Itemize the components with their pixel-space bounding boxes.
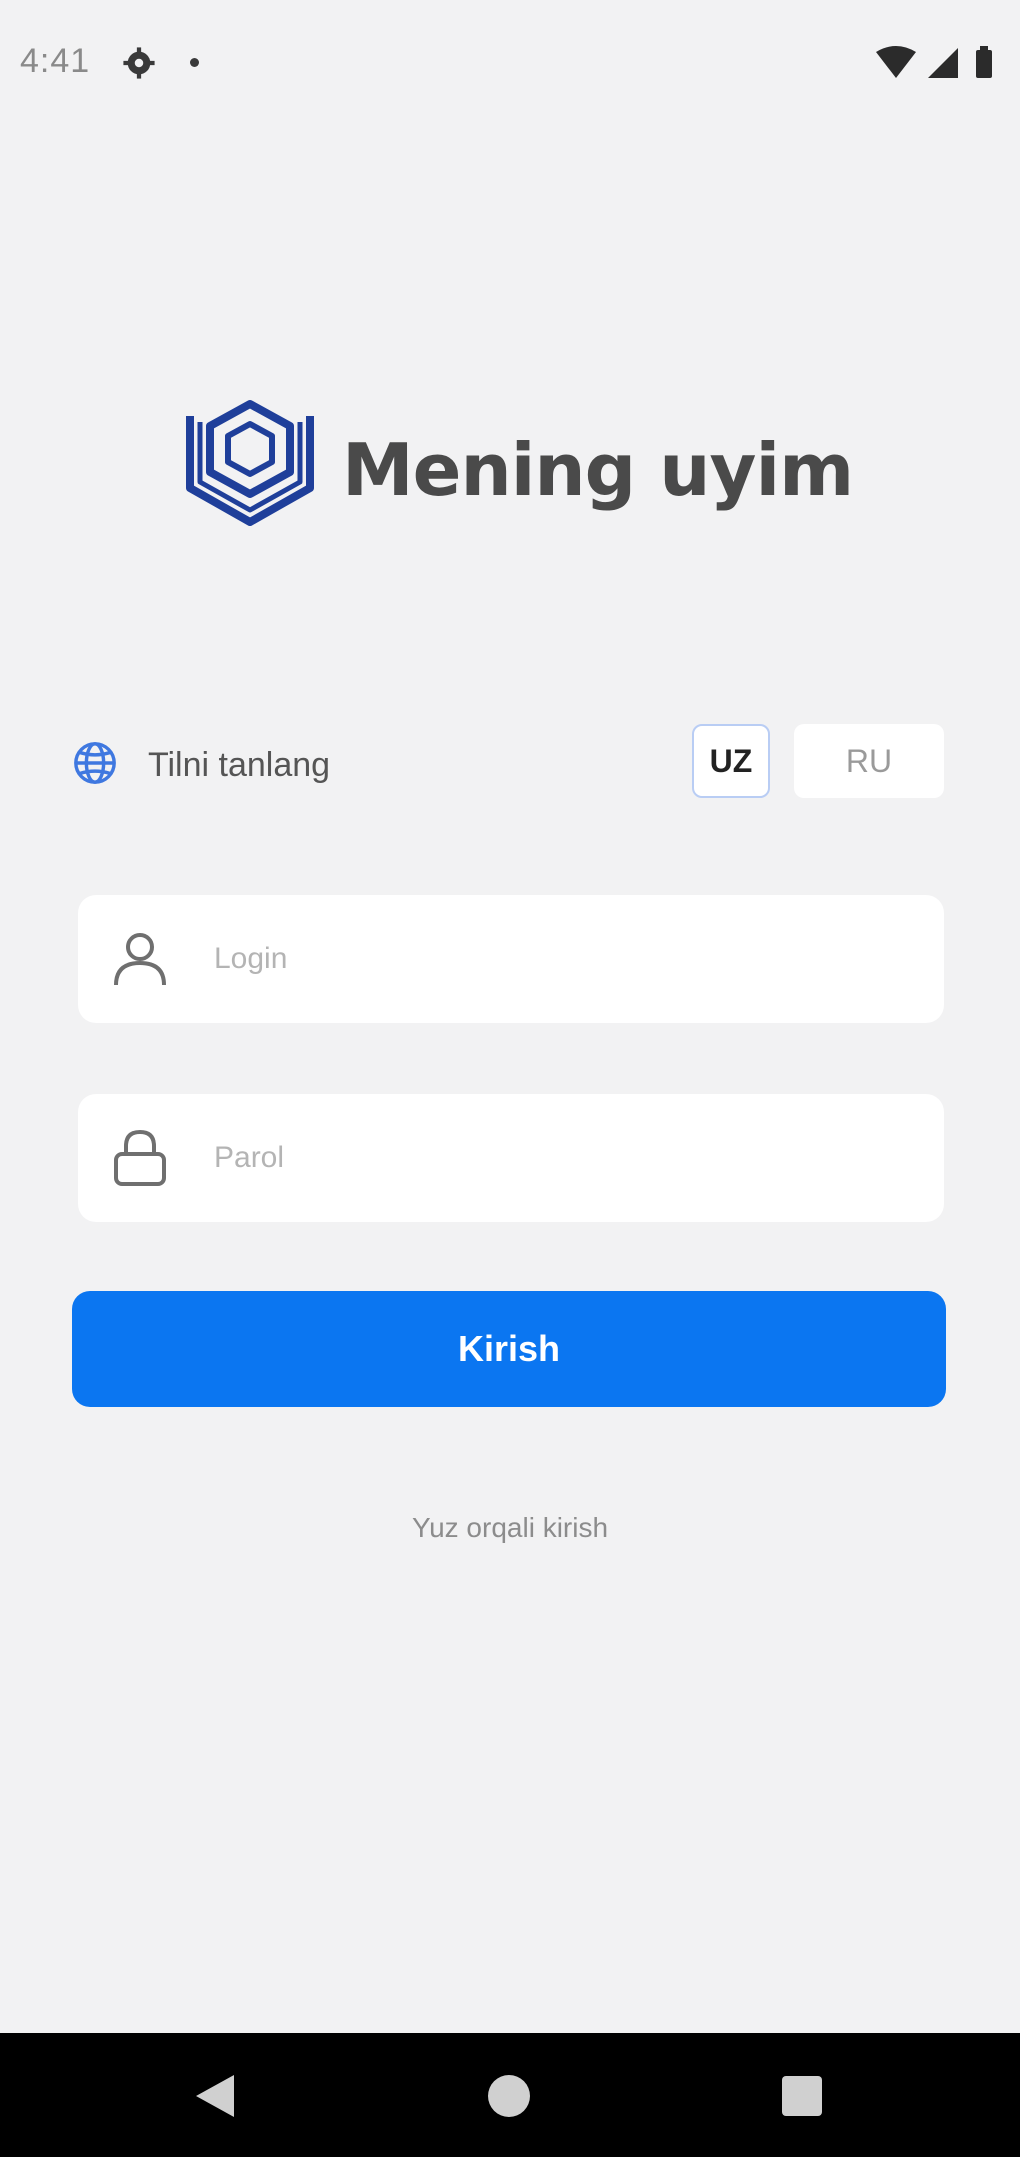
language-option-uz[interactable]: UZ — [692, 724, 770, 798]
system-status-icons — [876, 46, 992, 78]
globe-icon — [74, 742, 116, 784]
status-time: 4:41 — [20, 42, 91, 80]
wifi-icon — [876, 46, 916, 78]
login-input[interactable] — [214, 895, 914, 1023]
battery-icon — [976, 46, 992, 78]
gear-icon — [123, 47, 155, 79]
app-name: Mening uyim — [342, 428, 854, 512]
password-field[interactable] — [78, 1094, 944, 1222]
language-option-ru[interactable]: RU — [794, 724, 944, 798]
house-shield-logo-icon — [186, 400, 314, 526]
app-logo: Mening uyim — [186, 398, 854, 538]
face-id-login-link[interactable]: Yuz orqali kirish — [0, 1512, 1020, 1544]
recents-icon[interactable] — [782, 2076, 822, 2116]
login-button[interactable]: Kirish — [72, 1291, 946, 1407]
back-icon[interactable] — [194, 2073, 236, 2119]
signal-icon — [928, 48, 958, 78]
user-icon — [114, 933, 166, 986]
language-selector: Tilni tanlang UZ RU — [72, 724, 944, 804]
lock-icon — [114, 1129, 166, 1186]
language-label: Tilni tanlang — [148, 746, 331, 784]
navigation-bar — [0, 2033, 1020, 2157]
home-icon[interactable] — [488, 2075, 530, 2117]
login-field[interactable] — [78, 895, 944, 1023]
password-input[interactable] — [214, 1094, 914, 1222]
status-bar: 4:41 — [0, 0, 1020, 128]
notification-dot-icon — [190, 58, 199, 67]
